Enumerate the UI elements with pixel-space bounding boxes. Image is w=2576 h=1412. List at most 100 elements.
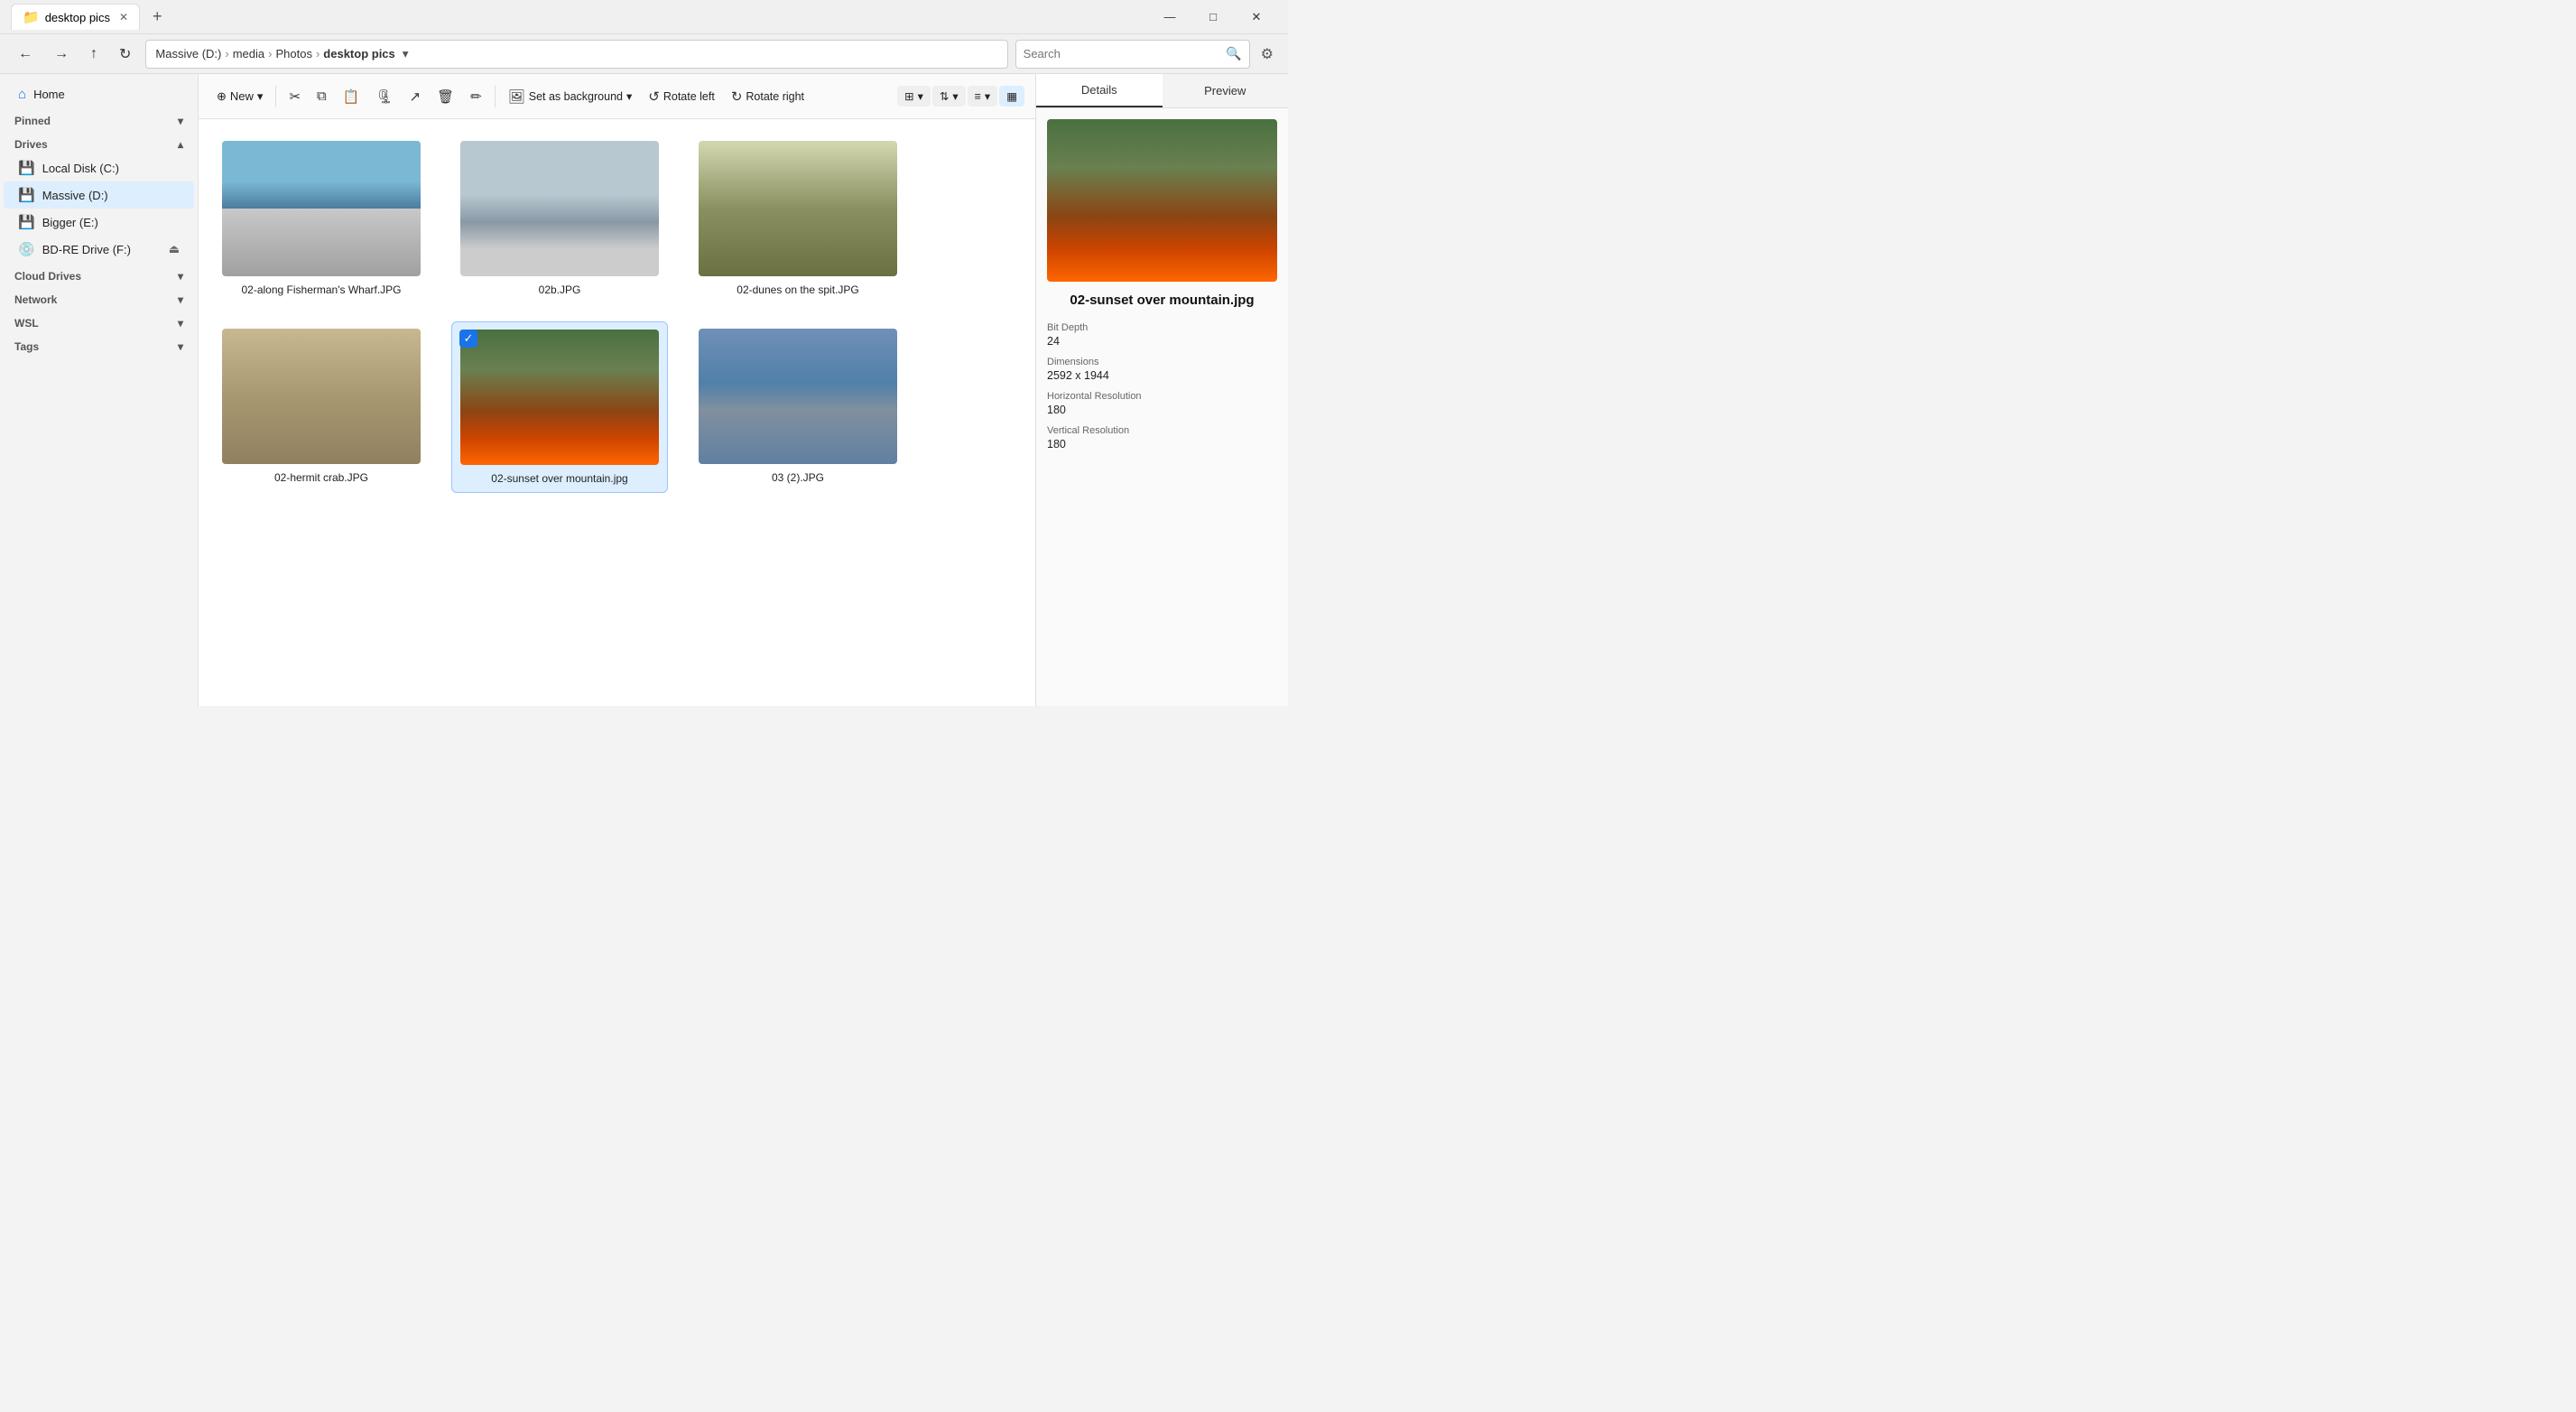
breadcrumb[interactable]: Massive (D:) › media › Photos › desktop … [145,40,1007,69]
sidebar-home-label: Home [33,88,65,101]
sidebar-item-bigger[interactable]: 💾 Bigger (E:) [4,209,194,236]
group-dropdown-icon: ▾ [985,89,990,103]
layout-button[interactable]: ▦ [999,86,1024,107]
file-item[interactable]: 02-dunes on the spit.JPG [690,134,906,303]
sidebar-cloud-section[interactable]: Cloud Drives ▾ [0,263,198,286]
rotate-left-label: Rotate left [663,90,715,103]
search-box[interactable]: 🔍 [1015,40,1250,69]
rename-icon: ✏ [470,88,482,105]
content-area: ⊕ New ▾ ✂ ⧉ 📋 🗜 ↗ 🗑 [199,74,1035,706]
detail-horiz-res: Horizontal Resolution 180 [1047,391,1277,416]
new-button[interactable]: ⊕ New ▾ [209,85,270,108]
home-icon: ⌂ [18,87,26,102]
set-background-label: Set as background [529,90,623,103]
file-thumbnail [222,329,421,464]
layout-icon: ▦ [1006,89,1017,103]
rotate-right-button[interactable]: ↻ Rotate right [724,84,811,109]
view-type-button[interactable]: ⊞ ▾ [897,86,931,107]
dimensions-value: 2592 x 1944 [1047,369,1277,382]
add-tab-button[interactable]: + [147,5,168,28]
horiz-res-value: 180 [1047,404,1277,416]
sidebar-pinned-section[interactable]: Pinned ▾ [0,107,198,131]
settings-button[interactable]: ⚙ [1257,42,1277,67]
preview-image [1047,119,1277,282]
file-item[interactable]: 03 (2).JPG [690,321,906,493]
rotate-left-button[interactable]: ↺ Rotate left [641,84,722,109]
sort-button[interactable]: ⇅ ▾ [932,86,966,107]
titlebar-left: 📁 desktop pics ✕ + [11,4,168,30]
file-name: 03 (2).JPG [772,471,824,484]
sidebar: ⌂ Home Pinned ▾ Drives ▴ 💾 Local Disk (C… [0,74,199,706]
breadcrumb-photos[interactable]: Photos [275,47,311,60]
file-thumbnail [699,329,897,464]
tab-close-button[interactable]: ✕ [119,11,128,23]
file-grid: 02-along Fisherman's Wharf.JPG 02b.JPG 0… [199,119,1035,706]
breadcrumb-media[interactable]: media [233,47,264,60]
copy-icon: ⧉ [317,88,327,104]
horiz-res-label: Horizontal Resolution [1047,391,1277,402]
file-item[interactable]: 02-hermit crab.JPG [213,321,430,493]
sidebar-tags-section[interactable]: Tags ▾ [0,333,198,357]
compress-icon: 🗜 [375,88,393,105]
bit-depth-label: Bit Depth [1047,322,1277,333]
sidebar-network-section[interactable]: Network ▾ [0,286,198,310]
eject-button[interactable]: ⏏ [169,242,180,256]
rename-button[interactable]: ✏ [463,84,489,109]
compress-button[interactable]: 🗜 [368,84,400,109]
sidebar-item-bdre[interactable]: 💿 BD-RE Drive (F:) ⏏ [4,236,194,263]
paste-button[interactable]: 📋 [336,84,367,109]
close-button[interactable]: ✕ [1236,3,1277,32]
sidebar-item-local-disk[interactable]: 💾 Local Disk (C:) [4,154,194,181]
file-thumbnail [460,141,659,276]
file-item-selected[interactable]: ✓ 02-sunset over mountain.jpg [451,321,668,493]
back-button[interactable]: ← [11,42,40,66]
tab-preview[interactable]: Preview [1163,74,1289,107]
forward-button[interactable]: → [47,42,76,66]
navbar: ← → ↑ ↻ Massive (D:) › media › Photos › … [0,34,1288,74]
minimize-button[interactable]: — [1149,3,1191,32]
sidebar-wsl-section[interactable]: WSL ▾ [0,310,198,333]
cut-button[interactable]: ✂ [282,84,308,109]
set-background-button[interactable]: 🖼 Set as background ▾ [501,84,640,109]
local-disk-label: Local Disk (C:) [42,162,119,175]
detail-dimensions: Dimensions 2592 x 1944 [1047,357,1277,382]
vert-res-value: 180 [1047,438,1277,451]
active-tab[interactable]: 📁 desktop pics ✕ [11,4,140,30]
new-label: New [230,89,254,103]
file-name: 02-hermit crab.JPG [274,471,368,484]
tab-details[interactable]: Details [1036,74,1163,107]
detail-vert-res: Vertical Resolution 180 [1047,425,1277,451]
share-icon: ↗ [409,88,421,105]
up-button[interactable]: ↑ [83,42,105,66]
copy-button[interactable]: ⧉ [310,84,334,108]
rotate-right-icon: ↻ [731,88,743,105]
bigger-label: Bigger (E:) [42,216,98,229]
group-icon: ≡ [975,90,981,103]
bigger-drive-icon: 💾 [18,214,35,230]
refresh-button[interactable]: ↻ [112,42,138,67]
tab-label: desktop pics [45,11,110,24]
toolbar-separator-2 [495,86,496,107]
local-disk-icon: 💾 [18,160,35,176]
breadcrumb-dropdown-button[interactable]: ▾ [403,47,409,61]
maximize-button[interactable]: □ [1192,3,1234,32]
sidebar-item-home[interactable]: ⌂ Home [4,81,194,107]
file-item[interactable]: 02-along Fisherman's Wharf.JPG [213,134,430,303]
massive-drive-icon: 💾 [18,187,35,203]
group-button[interactable]: ≡ ▾ [968,86,998,107]
sidebar-item-massive[interactable]: 💾 Massive (D:) [4,181,194,209]
file-name: 02-dunes on the spit.JPG [737,283,858,296]
bdre-icon: 💿 [18,241,35,257]
delete-icon: 🗑 [437,88,454,105]
paste-icon: 📋 [343,88,360,105]
breadcrumb-drive[interactable]: Massive (D:) [155,47,221,60]
sidebar-drives-section[interactable]: Drives ▴ [0,131,198,154]
selection-checkbox[interactable]: ✓ [459,330,477,348]
share-button[interactable]: ↗ [402,84,428,109]
search-input[interactable] [1024,47,1227,60]
file-item[interactable]: 02b.JPG [451,134,668,303]
delete-button[interactable]: 🗑 [430,84,461,109]
breadcrumb-current[interactable]: desktop pics [323,47,394,60]
toolbar: ⊕ New ▾ ✂ ⧉ 📋 🗜 ↗ 🗑 [199,74,1035,119]
detail-bit-depth: Bit Depth 24 [1047,322,1277,348]
